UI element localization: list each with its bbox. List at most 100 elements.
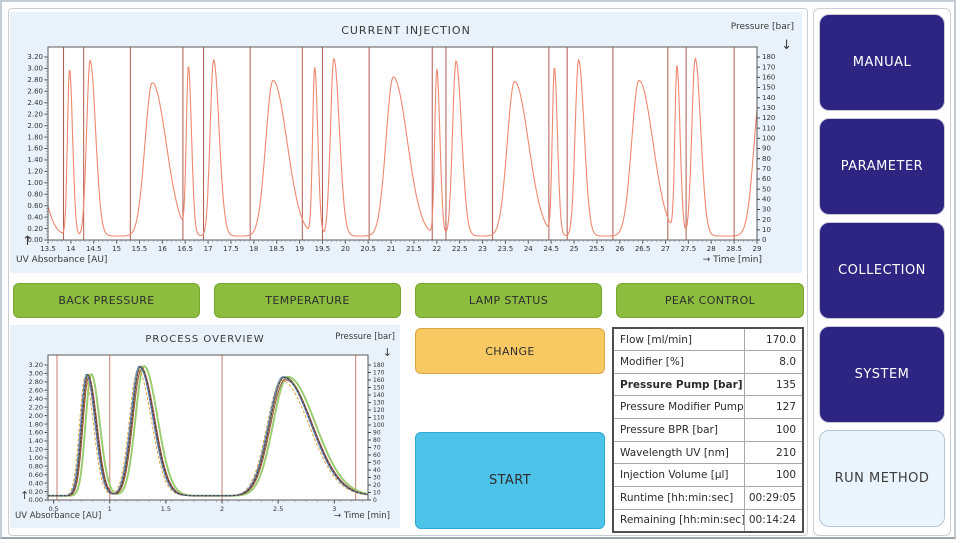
param-row: Pressure BPR [bar]100 (613, 419, 803, 442)
param-row: Runtime [hh:min:sec]00:29:05 (613, 487, 803, 510)
nav-manual-button[interactable]: MANUAL (819, 14, 945, 111)
svg-text:1.60: 1.60 (27, 145, 43, 153)
svg-text:2.00: 2.00 (27, 122, 43, 130)
nav-parameter-button[interactable]: PARAMETER (819, 118, 945, 215)
param-value: 8.0 (744, 351, 803, 374)
param-row: Pressure Modifier Pump [bar]127 (613, 396, 803, 419)
svg-text:30: 30 (373, 475, 381, 482)
svg-text:0: 0 (762, 236, 766, 244)
param-label: Pressure BPR [bar] (613, 419, 744, 442)
svg-text:19: 19 (295, 245, 304, 253)
change-button[interactable]: CHANGE (415, 328, 605, 374)
svg-text:40: 40 (373, 467, 381, 474)
svg-text:19.5: 19.5 (315, 245, 331, 253)
process-overview-chart: 0.511.522.530.000.200.400.600.801.001.20… (10, 325, 400, 528)
svg-text:80: 80 (762, 155, 771, 163)
svg-text:2.80: 2.80 (27, 76, 43, 84)
svg-text:150: 150 (762, 84, 775, 92)
svg-text:26.5: 26.5 (635, 245, 651, 253)
param-row: Modifier [%]8.0 (613, 351, 803, 374)
svg-text:100: 100 (762, 135, 775, 143)
param-row: Wavelength UV [nm]210 (613, 441, 803, 464)
svg-text:3.00: 3.00 (29, 370, 43, 378)
svg-text:18: 18 (249, 245, 258, 253)
svg-text:26: 26 (615, 245, 624, 253)
param-value: 127 (744, 396, 803, 419)
svg-text:1.00: 1.00 (27, 179, 43, 187)
param-value: 135 (744, 373, 803, 396)
svg-text:2.20: 2.20 (27, 110, 43, 118)
uv-axis-label: UV Absorbance [AU] (16, 255, 107, 265)
svg-text:20: 20 (762, 216, 771, 224)
svg-text:17: 17 (204, 245, 213, 253)
svg-text:25.5: 25.5 (589, 245, 605, 253)
peak-control-button[interactable]: PEAK CONTROL (616, 283, 804, 318)
svg-text:3.20: 3.20 (29, 361, 43, 369)
svg-text:160: 160 (373, 377, 385, 384)
param-value: 170.0 (744, 328, 803, 351)
svg-text:60: 60 (762, 175, 771, 183)
svg-text:21: 21 (387, 245, 396, 253)
svg-text:22: 22 (432, 245, 441, 253)
svg-text:90: 90 (762, 145, 771, 153)
svg-text:70: 70 (373, 445, 381, 452)
param-value: 100 (744, 419, 803, 442)
svg-text:10: 10 (373, 490, 381, 497)
run-method-button[interactable]: RUN METHOD (819, 430, 945, 527)
param-label: Modifier [%] (613, 351, 744, 374)
svg-text:17.5: 17.5 (223, 245, 239, 253)
lamp-status-button[interactable]: LAMP STATUS (415, 283, 602, 318)
svg-text:1.20: 1.20 (29, 446, 43, 454)
svg-text:1.80: 1.80 (27, 133, 43, 141)
up-arrow-icon: ↑ (20, 489, 29, 502)
right-arrow-icon: → (703, 255, 711, 265)
svg-text:23: 23 (478, 245, 487, 253)
svg-text:18.5: 18.5 (269, 245, 285, 253)
svg-text:2.80: 2.80 (29, 378, 43, 386)
param-label: Flow [ml/min] (613, 328, 744, 351)
param-value: 100 (744, 464, 803, 487)
param-value: 00:14:24 (744, 509, 803, 532)
svg-text:3.00: 3.00 (27, 65, 43, 73)
svg-text:1.40: 1.40 (29, 437, 43, 445)
svg-text:0.00: 0.00 (29, 496, 43, 504)
svg-text:110: 110 (373, 415, 385, 422)
svg-text:0.60: 0.60 (27, 202, 43, 210)
svg-text:27.5: 27.5 (681, 245, 697, 253)
param-row: Flow [ml/min]170.0 (613, 328, 803, 351)
param-label: Remaining [hh:min:sec] (613, 509, 744, 532)
param-label: Wavelength UV [nm] (613, 441, 744, 464)
svg-text:28: 28 (707, 245, 716, 253)
svg-text:13.5: 13.5 (40, 245, 56, 253)
svg-text:0.60: 0.60 (29, 471, 43, 479)
svg-text:180: 180 (762, 53, 775, 61)
svg-text:2.5: 2.5 (273, 505, 283, 513)
svg-text:150: 150 (373, 385, 385, 392)
svg-text:24.5: 24.5 (543, 245, 559, 253)
svg-text:2: 2 (220, 505, 224, 513)
current-injection-panel: CURRENT INJECTION Pressure [bar] ↓ 13.51… (10, 12, 802, 273)
svg-text:140: 140 (762, 94, 775, 102)
svg-text:70: 70 (762, 165, 771, 173)
svg-text:1.40: 1.40 (27, 156, 43, 164)
svg-text:120: 120 (373, 407, 385, 414)
svg-text:20.5: 20.5 (360, 245, 376, 253)
param-row: Pressure Pump [bar]135 (613, 373, 803, 396)
svg-text:140: 140 (373, 392, 385, 399)
svg-text:14: 14 (66, 245, 75, 253)
param-label: Injection Volume [µl] (613, 464, 744, 487)
svg-text:20: 20 (373, 482, 381, 489)
svg-text:0: 0 (373, 497, 377, 504)
back-pressure-button[interactable]: BACK PRESSURE (13, 283, 200, 318)
current-injection-chart: 13.51414.51515.51616.51717.51818.51919.5… (10, 12, 802, 273)
nav-system-button[interactable]: SYSTEM (819, 326, 945, 423)
svg-text:100: 100 (373, 422, 385, 429)
param-label: Pressure Pump [bar] (613, 373, 744, 396)
start-button[interactable]: START (415, 432, 605, 529)
svg-text:15.5: 15.5 (132, 245, 148, 253)
nav-collection-button[interactable]: COLLECTION (819, 222, 945, 319)
svg-text:1.00: 1.00 (29, 454, 43, 462)
svg-text:21.5: 21.5 (406, 245, 422, 253)
svg-text:110: 110 (762, 124, 775, 132)
temperature-button[interactable]: TEMPERATURE (214, 283, 401, 318)
